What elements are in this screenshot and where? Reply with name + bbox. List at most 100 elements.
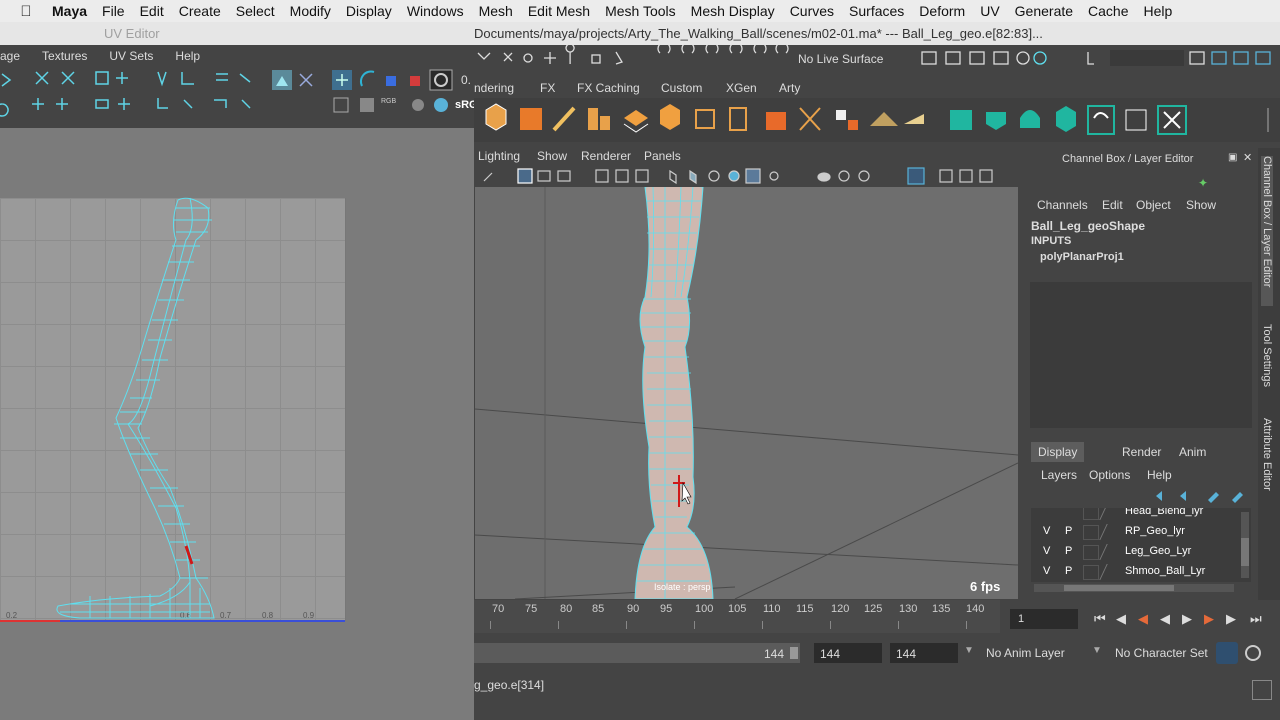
- layer-playback[interactable]: P: [1065, 565, 1072, 577]
- uv-menu-textures[interactable]: Textures: [42, 49, 87, 63]
- layers-hscrollbar-thumb[interactable]: [1064, 585, 1174, 591]
- sidetab-channel-box[interactable]: Channel Box / Layer Editor: [1261, 156, 1273, 306]
- layer-row[interactable]: Head_Blend_lyr: [1031, 508, 1243, 522]
- close-icon[interactable]: ✕: [1243, 151, 1252, 164]
- live-surface-label[interactable]: No Live Surface: [798, 52, 883, 66]
- menu-cache[interactable]: Cache: [1088, 3, 1128, 19]
- layer-row[interactable]: V P Shmoo_Ball_Lyr: [1031, 562, 1243, 582]
- layer-row[interactable]: V P RP_Geo_lyr: [1031, 522, 1243, 542]
- selected-object-name[interactable]: Ball_Leg_geoShape: [1031, 219, 1145, 233]
- menu-curves[interactable]: Curves: [790, 3, 834, 19]
- layer-type-box[interactable]: [1083, 565, 1099, 580]
- layer-name[interactable]: Shmoo_Ball_Lyr: [1125, 565, 1205, 577]
- menu-select[interactable]: Select: [236, 3, 275, 19]
- uv-menu-uv-sets[interactable]: UV Sets: [109, 49, 153, 63]
- layer-name[interactable]: RP_Geo_lyr: [1125, 525, 1185, 537]
- tab-custom[interactable]: Custom: [661, 81, 702, 95]
- menu-modify[interactable]: Modify: [290, 3, 331, 19]
- layers-scrollbar[interactable]: [1241, 512, 1249, 578]
- input-node[interactable]: polyPlanarProj1: [1040, 251, 1124, 263]
- playback-end-field[interactable]: 144: [890, 643, 958, 663]
- uv-toolbar-icons[interactable]: [0, 66, 474, 128]
- le-menu-layers[interactable]: Layers: [1041, 468, 1077, 482]
- menu-app-maya[interactable]: Maya: [52, 3, 87, 19]
- tab-fx[interactable]: FX: [540, 81, 555, 95]
- menu-display[interactable]: Display: [346, 3, 392, 19]
- menu-mesh-tools[interactable]: Mesh Tools: [605, 3, 676, 19]
- cb-menu-edit[interactable]: Edit: [1102, 198, 1123, 212]
- tab-render[interactable]: Render: [1115, 442, 1168, 462]
- command-line[interactable]: [474, 672, 1280, 698]
- uv-editor-titlebar[interactable]: UV Editor: [0, 22, 474, 45]
- chevron-down-icon[interactable]: ▼: [964, 645, 974, 656]
- layer-type-box[interactable]: [1083, 508, 1099, 520]
- layer-playback[interactable]: P: [1065, 545, 1072, 557]
- perspective-viewport[interactable]: [475, 187, 1018, 599]
- status-line-render-icons[interactable]: [900, 45, 1280, 72]
- range-end-field[interactable]: 144: [814, 643, 882, 663]
- layer-type-box[interactable]: [1083, 545, 1099, 560]
- step-back-key-icon[interactable]: ◀: [1138, 611, 1148, 627]
- le-menu-help[interactable]: Help: [1147, 468, 1172, 482]
- le-menu-options[interactable]: Options: [1089, 468, 1130, 482]
- menu-mesh-display[interactable]: Mesh Display: [691, 3, 775, 19]
- layer-playback[interactable]: P: [1065, 525, 1072, 537]
- menu-generate[interactable]: Generate: [1015, 3, 1073, 19]
- uv-leg-shell[interactable]: [0, 128, 345, 628]
- uv-toolbar-value[interactable]: 0.: [461, 73, 471, 87]
- character-set-label[interactable]: No Character Set: [1115, 646, 1208, 660]
- go-to-start-icon[interactable]: ⏮: [1094, 611, 1106, 627]
- inputs-header[interactable]: INPUTS: [1031, 235, 1071, 247]
- layer-visibility[interactable]: V: [1043, 545, 1050, 557]
- current-frame-field[interactable]: 1: [1010, 609, 1078, 629]
- main-window-titlebar[interactable]: Documents/maya/projects/Arty_The_Walking…: [474, 22, 1280, 45]
- menu-surfaces[interactable]: Surfaces: [849, 3, 904, 19]
- float-panel-icon[interactable]: ▣: [1228, 152, 1237, 163]
- layer-row[interactable]: V P Leg_Geo_Lyr: [1031, 542, 1243, 562]
- layers-scrollbar-thumb[interactable]: [1241, 538, 1249, 566]
- play-backwards-icon[interactable]: ◀: [1160, 611, 1170, 627]
- step-forward-key-icon[interactable]: ▶: [1204, 611, 1214, 627]
- step-back-frame-icon[interactable]: ◀: [1116, 611, 1126, 627]
- cb-menu-show[interactable]: Show: [1186, 198, 1216, 212]
- layer-visibility[interactable]: V: [1043, 525, 1050, 537]
- menu-edit-mesh[interactable]: Edit Mesh: [528, 3, 590, 19]
- menu-deform[interactable]: Deform: [919, 3, 965, 19]
- time-slider[interactable]: 70 75 80 85 90 95 100 105 110 115 120 12…: [474, 600, 1000, 633]
- viewport-scene[interactable]: [475, 187, 1018, 599]
- uv-menu-help[interactable]: Help: [175, 49, 200, 63]
- panel-menu-show[interactable]: Show: [537, 149, 567, 163]
- layer-type-box[interactable]: [1083, 525, 1099, 540]
- cb-menu-object[interactable]: Object: [1136, 198, 1171, 212]
- anim-prefs-icon[interactable]: [1242, 642, 1264, 664]
- panel-menu-renderer[interactable]: Renderer: [581, 149, 631, 163]
- apple-icon[interactable]: : [16, 3, 36, 20]
- range-slider[interactable]: 144: [474, 643, 800, 663]
- shelf-tool-icons[interactable]: [474, 98, 1280, 142]
- cb-menu-channels[interactable]: Channels: [1037, 198, 1088, 212]
- panel-menu-panels[interactable]: Panels: [644, 149, 681, 163]
- tab-xgen[interactable]: XGen: [726, 81, 757, 95]
- step-forward-frame-icon[interactable]: ▶: [1226, 611, 1236, 627]
- tab-anim[interactable]: Anim: [1172, 442, 1213, 462]
- tab-arty[interactable]: Arty: [779, 81, 800, 95]
- tab-fx-caching[interactable]: FX Caching: [577, 81, 640, 95]
- menu-help[interactable]: Help: [1144, 3, 1173, 19]
- panel-menu-lighting[interactable]: Lighting: [478, 149, 520, 163]
- status-line-icons[interactable]: [474, 45, 794, 72]
- menu-uv[interactable]: UV: [980, 3, 999, 19]
- play-forwards-icon[interactable]: ▶: [1182, 611, 1192, 627]
- sidetab-attribute-editor[interactable]: Attribute Editor: [1261, 418, 1273, 508]
- menu-file[interactable]: File: [102, 3, 125, 19]
- menu-windows[interactable]: Windows: [407, 3, 464, 19]
- layer-action-icons[interactable]: [1150, 488, 1250, 504]
- menu-create[interactable]: Create: [179, 3, 221, 19]
- chevron-down-icon[interactable]: ▼: [1092, 645, 1102, 656]
- sidetab-tool-settings[interactable]: Tool Settings: [1261, 324, 1273, 404]
- auto-key-icon[interactable]: [1216, 642, 1238, 664]
- tab-rendering[interactable]: ndering: [474, 81, 514, 95]
- uv-menu-image[interactable]: age: [0, 49, 20, 63]
- script-editor-icon[interactable]: [1252, 680, 1272, 700]
- layers-hscrollbar[interactable]: [1034, 584, 1234, 592]
- layer-name[interactable]: Leg_Geo_Lyr: [1125, 545, 1191, 557]
